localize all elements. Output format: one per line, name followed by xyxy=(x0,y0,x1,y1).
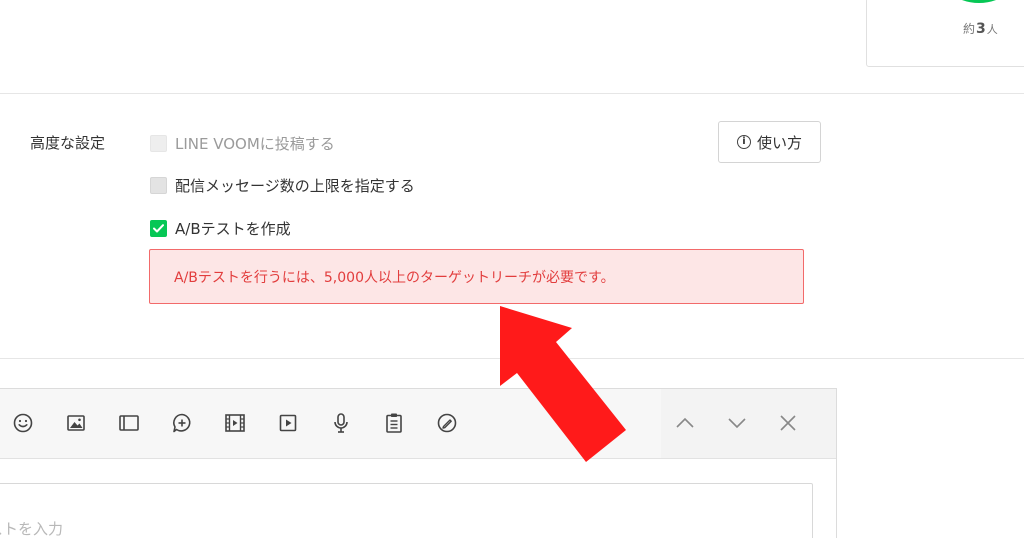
move-down-button[interactable] xyxy=(725,411,749,435)
clipboard-icon xyxy=(386,413,402,433)
chevron-down-icon xyxy=(728,418,746,429)
chevron-up-icon xyxy=(676,417,694,428)
checkmark-icon xyxy=(153,224,164,233)
video-icon xyxy=(225,414,245,432)
option-ab-test-label: A/Bテストを作成 xyxy=(175,220,291,238)
play-icon xyxy=(279,414,297,432)
ab-test-checkbox[interactable] xyxy=(150,220,167,237)
chat-bubble-button[interactable] xyxy=(170,411,194,435)
reach-prefix: 約 xyxy=(963,22,976,36)
survey-button[interactable] xyxy=(382,411,406,435)
option-message-limit[interactable]: 配信メッセージ数の上限を指定する xyxy=(150,175,415,196)
section-divider-top xyxy=(0,93,1024,94)
move-up-button[interactable] xyxy=(673,411,697,435)
reach-estimate: 約3人 xyxy=(963,20,998,37)
option-line-voom: LINE VOOMに投稿する xyxy=(150,133,335,154)
voice-button[interactable] xyxy=(329,411,353,435)
option-line-voom-label: LINE VOOMに投稿する xyxy=(175,135,335,153)
help-button[interactable]: i 使い方 xyxy=(718,121,821,163)
image-button[interactable] xyxy=(64,411,88,435)
close-icon xyxy=(780,415,796,431)
emoji-button[interactable] xyxy=(11,411,35,435)
editor-nav-group xyxy=(661,389,836,458)
message-limit-checkbox[interactable] xyxy=(150,177,167,194)
sticker-button[interactable] xyxy=(435,411,459,435)
line-voom-checkbox xyxy=(150,135,167,152)
help-button-label: 使い方 xyxy=(756,133,802,152)
info-icon: i xyxy=(736,135,751,149)
annotation-arrow-shape xyxy=(500,306,626,462)
option-message-limit-label: 配信メッセージ数の上限を指定する xyxy=(175,177,415,195)
chat-bubble-plus-icon xyxy=(173,413,191,433)
reach-unit: 人 xyxy=(986,23,998,36)
card-button[interactable] xyxy=(117,411,141,435)
sticker-icon xyxy=(437,413,457,433)
reach-ring-chart xyxy=(929,0,1024,3)
message-text-input[interactable] xyxy=(0,483,813,538)
message-editor xyxy=(0,388,837,538)
emoji-icon xyxy=(13,413,33,433)
reach-card: 約3人 xyxy=(866,0,1024,67)
card-icon xyxy=(119,415,139,431)
video-button[interactable] xyxy=(223,411,247,435)
ab-test-error-text: A/Bテストを行うには、5,000人以上のターゲットリーチが必要です。 xyxy=(174,269,615,286)
option-ab-test[interactable]: A/Bテストを作成 xyxy=(150,218,291,239)
close-editor-button[interactable] xyxy=(776,411,800,435)
annotation-arrow xyxy=(500,306,626,462)
image-icon xyxy=(67,415,85,431)
advanced-settings-label: 高度な設定 xyxy=(30,134,106,152)
editor-toolbar xyxy=(0,389,836,459)
reach-count: 3 xyxy=(976,21,986,37)
page: 約3人 高度な設定 LINE VOOMに投稿する 配信メッセージ数の上限を指定す… xyxy=(0,0,1024,538)
microphone-icon xyxy=(334,413,348,433)
ab-test-error-alert: A/Bテストを行うには、5,000人以上のターゲットリーチが必要です。 xyxy=(149,249,804,304)
media-play-button[interactable] xyxy=(276,411,300,435)
